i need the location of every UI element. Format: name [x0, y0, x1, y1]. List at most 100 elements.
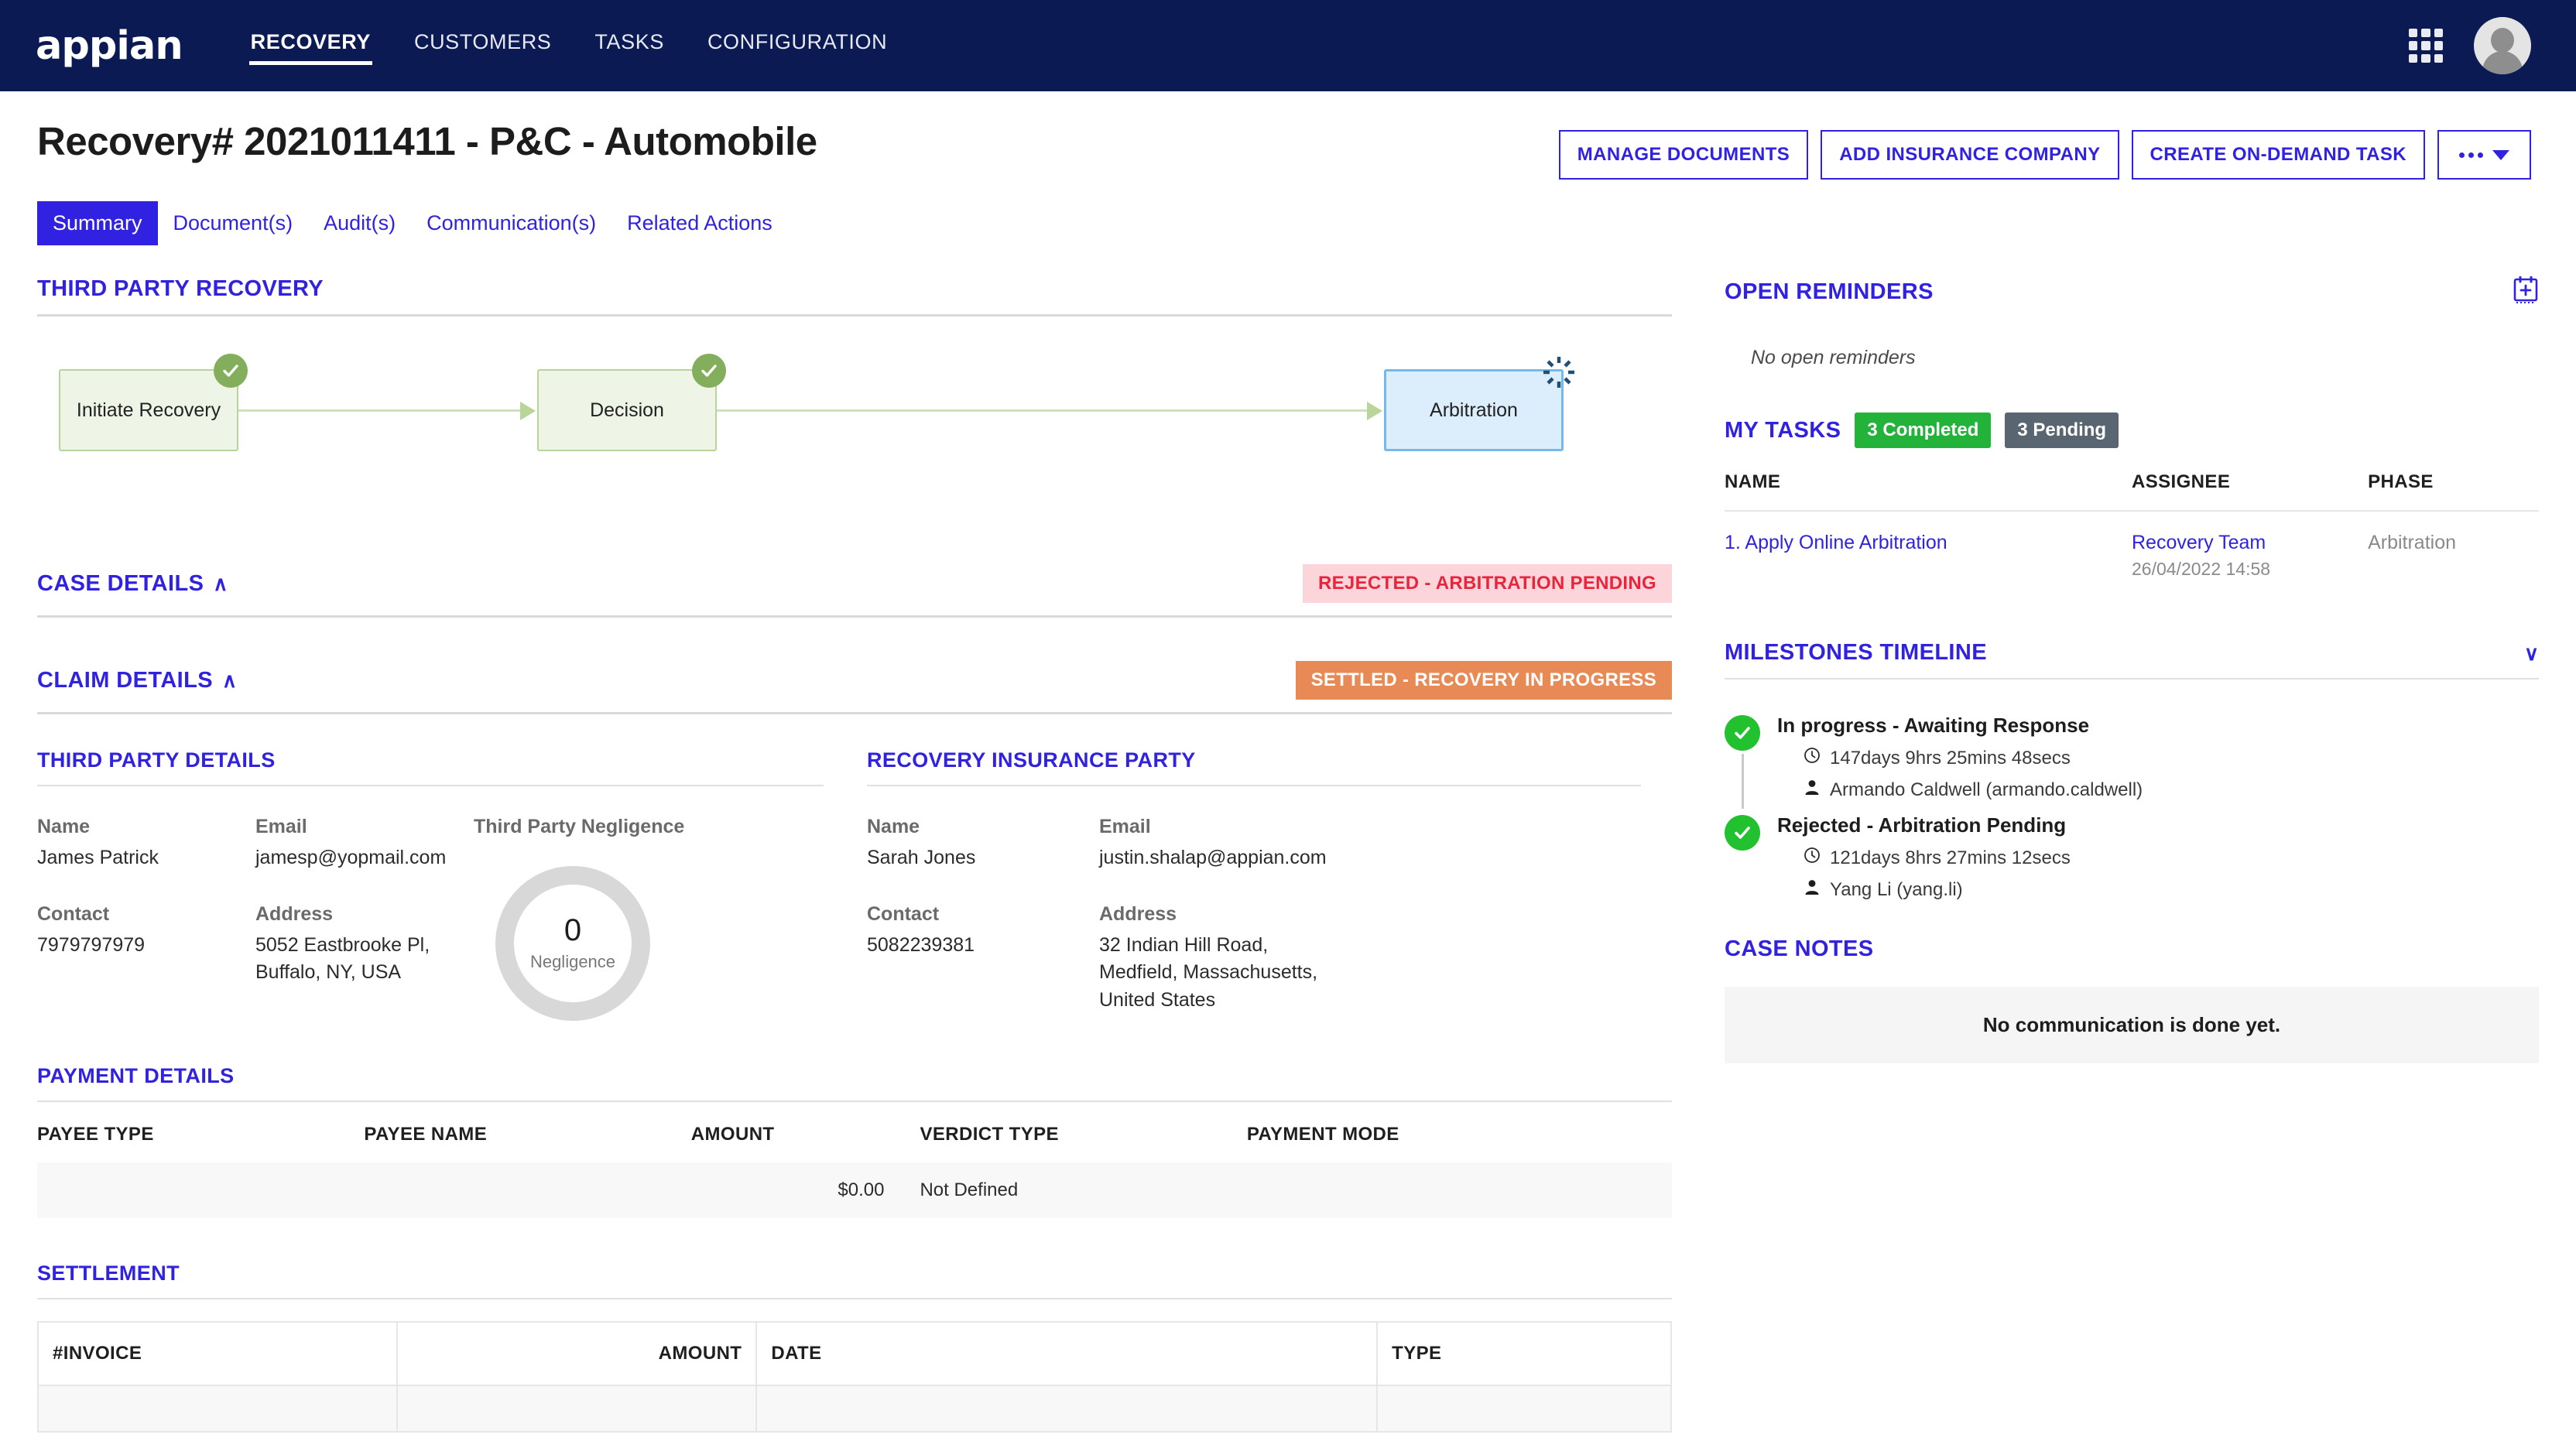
check-circle-icon	[692, 354, 726, 388]
clock-icon	[1804, 747, 1821, 769]
table-row	[36, 1385, 1672, 1433]
milestones-timeline-header: MILESTONES TIMELINE ∨	[1725, 640, 2539, 678]
main-content: THIRD PARTY RECOVERY Initiate Recovery D…	[0, 245, 2576, 1433]
settlement-header: SETTLEMENT	[37, 1262, 1672, 1298]
payment-details-section: PAYMENT DETAILS PAYEE TYPE PAYEE NAME AM…	[37, 1064, 1672, 1218]
appian-logo[interactable]: appian	[36, 23, 183, 69]
cell-amount	[396, 1385, 758, 1433]
third-party-recovery-header: THIRD PARTY RECOVERY	[37, 276, 1672, 314]
nav-item-recovery[interactable]: RECOVERY	[248, 26, 373, 67]
create-on-demand-task-button[interactable]: CREATE ON-DEMAND TASK	[2131, 130, 2425, 180]
milestone-item: Rejected - Arbitration Pending 121days 8…	[1725, 813, 2539, 913]
col-payee-name: PAYEE NAME	[364, 1124, 488, 1145]
chevron-up-icon[interactable]: ∧	[213, 573, 228, 594]
top-navigation-bar: appian RECOVERY CUSTOMERS TASKS CONFIGUR…	[0, 0, 2576, 91]
flow-edge-2	[717, 409, 1381, 412]
third-party-details-header: THIRD PARTY DETAILS	[37, 748, 824, 785]
flow-node-arbitration[interactable]: Arbitration	[1384, 357, 1574, 451]
add-insurance-company-button[interactable]: ADD INSURANCE COMPANY	[1821, 130, 2119, 180]
nav-item-customers[interactable]: CUSTOMERS	[413, 26, 553, 67]
chevron-up-icon[interactable]: ∧	[222, 670, 237, 690]
payment-details-header: PAYMENT DETAILS	[37, 1064, 1672, 1101]
third-party-details-title: THIRD PARTY DETAILS	[37, 748, 276, 772]
settlement-section: SETTLEMENT #INVOICE AMOUNT DATE TYPE	[36, 1262, 1672, 1433]
settlement-table: #INVOICE AMOUNT DATE TYPE	[36, 1321, 1672, 1433]
cell-invoice	[36, 1385, 399, 1433]
process-flow-diagram: Initiate Recovery Decision Arbitration	[37, 335, 1672, 521]
name-value: James Patrick	[37, 847, 159, 868]
name-label: Name	[37, 816, 91, 837]
my-tasks-table: NAME ASSIGNEE PHASE 1. Apply Online Arbi…	[1725, 471, 2539, 600]
check-circle-icon	[1725, 715, 1760, 751]
more-actions-button[interactable]	[2437, 130, 2531, 180]
assignee-link[interactable]: Recovery Team	[2132, 532, 2368, 554]
milestone-duration-row: 121days 8hrs 27mins 12secs	[1777, 847, 2539, 869]
tab-related-actions[interactable]: Related Actions	[611, 201, 788, 245]
cell-payee-name	[364, 1162, 691, 1218]
table-header-row: PAYEE TYPE PAYEE NAME AMOUNT VERDICT TYP…	[37, 1102, 1672, 1162]
divider	[37, 712, 1672, 714]
page-header: Recovery# 2021011411 - P&C - Automobile …	[0, 91, 2576, 180]
email-value: jamesp@yopmail.com	[255, 847, 447, 868]
col-type: TYPE	[1376, 1321, 1672, 1386]
milestone-title: In progress - Awaiting Response	[1777, 714, 2090, 737]
milestone-user: Yang Li (yang.li)	[1830, 878, 1963, 900]
col-amount: AMOUNT	[396, 1321, 758, 1386]
email-label: Email	[255, 816, 307, 837]
name-label: Name	[867, 816, 920, 837]
cell-verdict-type: Not Defined	[920, 1162, 1247, 1218]
divider	[37, 785, 824, 786]
case-details-header: CASE DETAILS ∧ REJECTED - ARBITRATION PE…	[37, 564, 1672, 615]
cell-task-name: 1. Apply Online Arbitration	[1725, 510, 2132, 600]
manage-documents-button[interactable]: MANAGE DOCUMENTS	[1558, 130, 1809, 180]
nav-item-tasks[interactable]: TASKS	[593, 26, 666, 67]
recovery-insurance-fields: Name Sarah Jones Contact 5082239381 Emai…	[867, 816, 1641, 1014]
contact-value: 5082239381	[867, 933, 975, 956]
col-amount: AMOUNT	[690, 1124, 775, 1145]
negligence-gauge-group: Third Party Negligence 0 Negligence	[474, 816, 824, 1021]
user-icon	[1804, 878, 1821, 901]
milestone-duration: 121days 8hrs 27mins 12secs	[1830, 847, 2071, 868]
milestones-timeline-title: MILESTONES TIMELINE	[1725, 640, 1987, 665]
flow-node-label: Arbitration	[1430, 399, 1518, 421]
assigned-timestamp: 26/04/2022 14:58	[2132, 559, 2271, 579]
flow-node-initiate-recovery[interactable]: Initiate Recovery	[59, 354, 248, 451]
claim-details-title: CLAIM DETAILS	[37, 667, 213, 693]
col-assignee: ASSIGNEE	[2132, 471, 2231, 492]
pending-count-badge[interactable]: 3 Pending	[2005, 413, 2119, 448]
task-name-link[interactable]: 1. Apply Online Arbitration	[1725, 532, 1947, 553]
calendar-add-icon[interactable]	[2513, 276, 2539, 308]
chevron-down-icon[interactable]: ∨	[2524, 643, 2539, 663]
col-date: DATE	[755, 1321, 1379, 1386]
insurance-name-contact-group: Name Sarah Jones Contact 5082239381	[867, 816, 1099, 1014]
completed-count-badge[interactable]: 3 Completed	[1855, 413, 1992, 448]
flow-node-decision[interactable]: Decision	[537, 354, 726, 451]
payment-details-table: PAYEE TYPE PAYEE NAME AMOUNT VERDICT TYP…	[37, 1102, 1672, 1218]
claim-details-section: CLAIM DETAILS ∧ SETTLED - RECOVERY IN PR…	[37, 661, 1672, 714]
divider	[37, 1298, 1672, 1299]
right-column: OPEN REMINDERS No open reminders MY TASK…	[1703, 276, 2539, 1433]
milestone-body: Rejected - Arbitration Pending 121days 8…	[1777, 813, 2539, 913]
cell-payee-type	[37, 1162, 365, 1218]
user-avatar[interactable]	[2474, 17, 2531, 74]
third-party-details-column: THIRD PARTY DETAILS Name James Patrick C…	[37, 748, 855, 1021]
my-tasks-title: MY TASKS	[1725, 417, 1841, 443]
tab-communications[interactable]: Communication(s)	[411, 201, 611, 245]
nav-item-configuration[interactable]: CONFIGURATION	[706, 26, 889, 67]
case-notes-section: CASE NOTES No communication is done yet.	[1725, 936, 2539, 1063]
col-invoice: #INVOICE	[36, 1321, 399, 1386]
apps-grid-icon[interactable]	[2409, 29, 2443, 63]
check-circle-icon	[214, 354, 248, 388]
milestone-user-row: Yang Li (yang.li)	[1777, 878, 2539, 901]
tab-audits[interactable]: Audit(s)	[308, 201, 411, 245]
timeline-connector	[1742, 754, 1744, 809]
left-column: THIRD PARTY RECOVERY Initiate Recovery D…	[36, 276, 1672, 1433]
table-header-row: NAME ASSIGNEE PHASE	[1725, 471, 2539, 511]
ellipsis-icon	[2459, 152, 2483, 158]
tab-summary[interactable]: Summary	[37, 201, 158, 245]
divider	[37, 615, 1672, 618]
tab-documents[interactable]: Document(s)	[158, 201, 309, 245]
recovery-insurance-party-title: RECOVERY INSURANCE PARTY	[867, 748, 1196, 772]
recovery-insurance-party-column: RECOVERY INSURANCE PARTY Name Sarah Jone…	[855, 748, 1672, 1021]
claim-status-badge: SETTLED - RECOVERY IN PROGRESS	[1295, 661, 1672, 700]
